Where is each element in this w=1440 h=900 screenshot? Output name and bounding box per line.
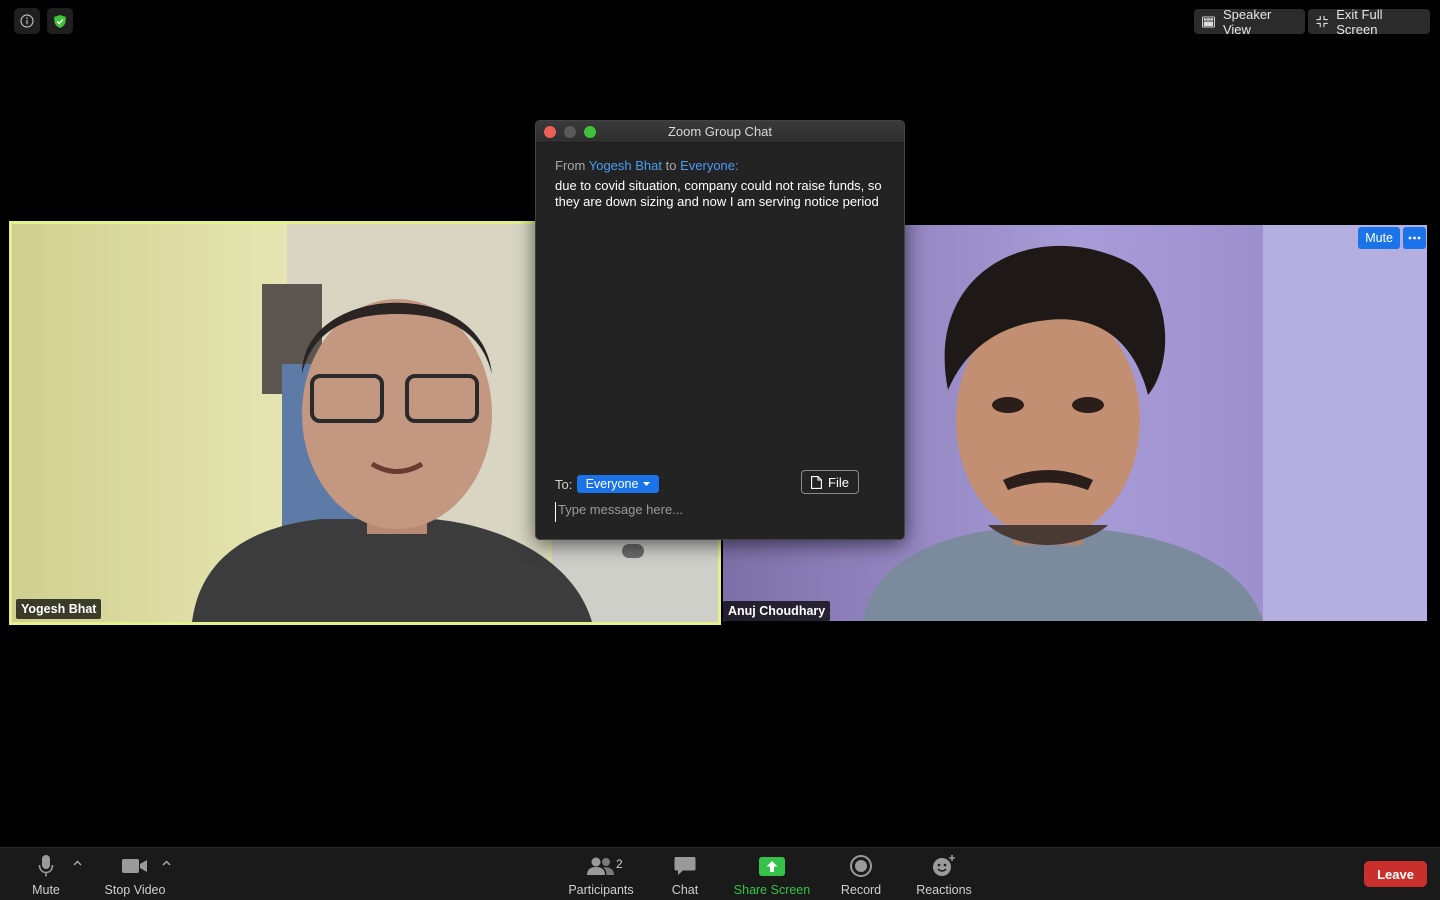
info-icon	[20, 14, 34, 28]
message-sender[interactable]: Yogesh Bhat	[589, 158, 662, 173]
participants-button[interactable]: Participants	[565, 854, 637, 897]
exit-fullscreen-label: Exit Full Screen	[1336, 6, 1383, 37]
share-screen-label: Share Screen	[733, 883, 811, 897]
recipient-dropdown[interactable]: Everyone	[577, 475, 659, 493]
participant-name-tag: Anuj Choudhary	[723, 601, 831, 621]
message-to-word: to	[665, 158, 677, 173]
recipient-value: Everyone	[585, 477, 639, 491]
more-horizontal-icon	[1408, 236, 1421, 240]
meeting-toolbar: Mute Stop Video Participants 2 Chat Shar…	[0, 847, 1440, 900]
message-header: From Yogesh Bhat to Everyone:	[555, 158, 739, 173]
speaker-view-icon	[1202, 15, 1215, 28]
exit-fullscreen-button[interactable]: Exit Full Screen	[1308, 6, 1430, 37]
speaker-view-button[interactable]: Speaker View	[1194, 6, 1305, 37]
shield-check-icon	[54, 14, 66, 28]
record-button[interactable]: Record	[838, 854, 884, 897]
chat-window-title: Zoom Group Chat	[667, 124, 773, 139]
participants-icon	[587, 857, 614, 875]
to-label: To:	[555, 477, 573, 492]
participant-name-tag: Yogesh Bhat	[16, 599, 102, 619]
chat-window[interactable]: Zoom Group Chat From Yogesh Bhat to Ever…	[535, 120, 905, 540]
chat-label: Chat	[671, 883, 699, 897]
participants-label: Participants	[568, 883, 634, 897]
record-label: Record	[840, 883, 882, 897]
video-camera-icon	[122, 859, 147, 873]
caret-down-icon	[643, 482, 651, 486]
security-button[interactable]	[47, 8, 73, 34]
stop-video-label: Stop Video	[104, 883, 166, 897]
mute-participant-button[interactable]: Mute	[1358, 227, 1400, 249]
message-from-prefix: From	[555, 158, 586, 173]
microphone-icon	[38, 855, 54, 877]
smiley-plus-icon	[933, 855, 955, 876]
file-icon	[811, 475, 822, 489]
share-screen-icon	[759, 856, 785, 876]
stop-video-button[interactable]: Stop Video	[100, 854, 170, 897]
share-screen-button[interactable]: Share Screen	[731, 854, 813, 897]
reactions-button[interactable]: Reactions	[913, 854, 975, 897]
message-recipient: Everyone:	[680, 158, 739, 173]
record-icon	[850, 855, 872, 877]
message-input[interactable]: Type message here...	[555, 502, 885, 522]
exit-fullscreen-icon	[1316, 15, 1328, 28]
message-text: due to covid situation, company could no…	[555, 178, 882, 209]
chat-titlebar[interactable]: Zoom Group Chat	[536, 121, 904, 143]
leave-meeting-button[interactable]: Leave	[1364, 861, 1427, 887]
meeting-info-button[interactable]	[14, 8, 40, 34]
file-button[interactable]: File	[801, 470, 859, 494]
reactions-label: Reactions	[916, 883, 972, 897]
participants-count-badge: 2	[616, 857, 623, 871]
mute-button[interactable]: Mute	[28, 854, 64, 897]
more-options-button[interactable]	[1403, 227, 1426, 249]
file-label: File	[828, 474, 849, 490]
chat-bubble-icon	[674, 857, 696, 875]
chat-button[interactable]: Chat	[665, 854, 705, 897]
audio-options-caret-icon[interactable]	[73, 860, 82, 866]
speaker-view-label: Speaker View	[1222, 6, 1272, 37]
video-options-caret-icon[interactable]	[162, 860, 171, 866]
mute-label: Mute	[32, 883, 60, 897]
